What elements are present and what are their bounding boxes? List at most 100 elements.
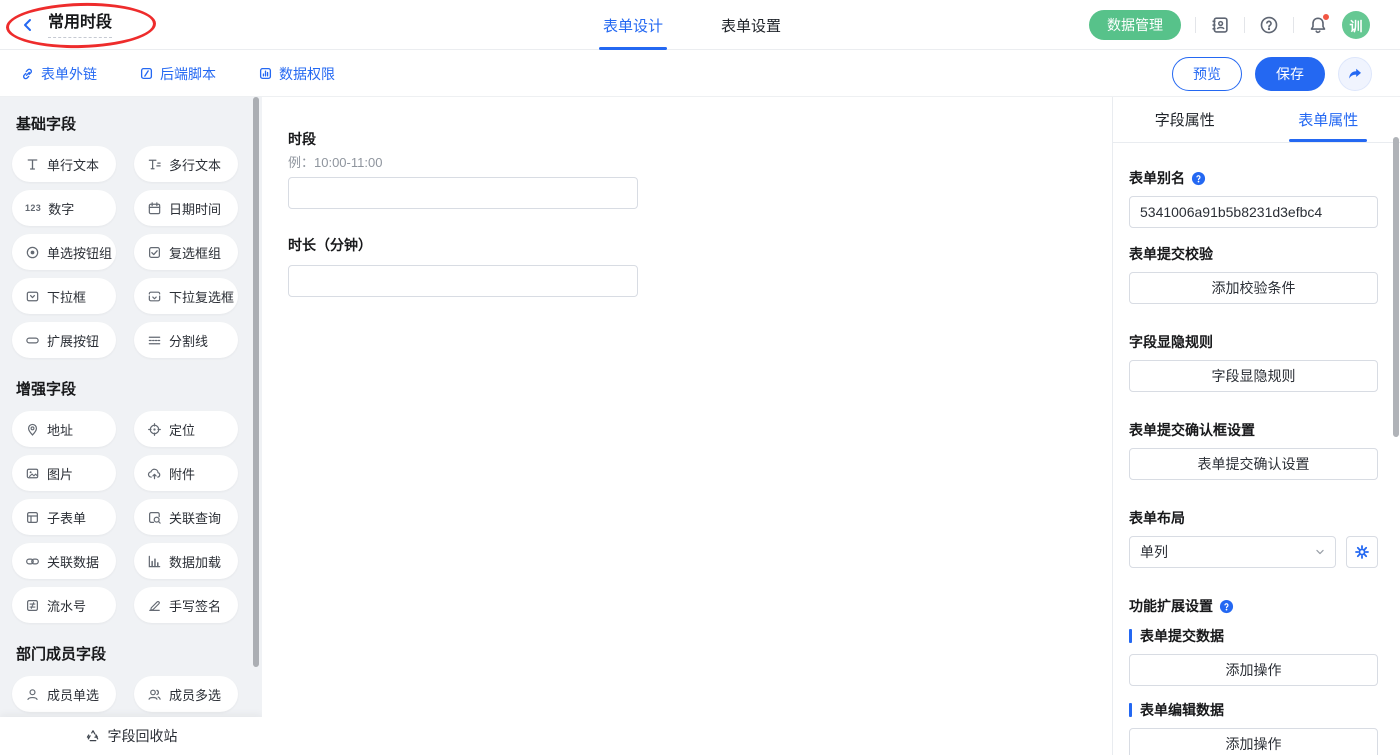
help-icon[interactable] [1259,15,1279,35]
field-pill-member-single[interactable]: 成员单选 [12,676,116,712]
panel-body: 表单别名 表单提交校验 添加校验条件 字段显隐规则 字段显隐规则 表单提交确认框… [1113,143,1400,755]
field-recycle-bin[interactable]: 字段回收站 [0,717,262,755]
tab-form-design[interactable]: 表单设计 [603,0,663,50]
field-pill-radio-group[interactable]: 单选按钮组 [12,234,116,270]
field-pill-member-multi[interactable]: 成员多选 [134,676,238,712]
label-text: 表单提交数据 [1140,628,1224,644]
field-pill-multi-select[interactable]: 下拉复选框 [134,278,238,314]
label-text: 表单编辑数据 [1140,702,1224,718]
duration-input[interactable] [288,265,638,297]
extend-button-icon [25,333,40,348]
field-library-sidebar: 基础字段 单行文本 多行文本 123数字 日期时间 单选按钮组 复选框组 下拉框… [0,97,262,755]
image-icon [25,466,40,481]
data-manage-button[interactable]: 数据管理 [1089,10,1181,40]
field-pill-location[interactable]: 定位 [134,411,238,447]
field-pill-serial-number[interactable]: 流水号 [12,587,116,623]
recycle-bin-label: 字段回收站 [108,726,178,746]
pill-label: 关联查询 [169,508,221,527]
tab-field-properties[interactable]: 字段属性 [1113,97,1257,142]
member-single-icon [25,687,40,702]
help-badge-icon[interactable] [1219,599,1234,614]
location-icon [147,422,162,437]
field-pill-data-load[interactable]: 数据加载 [134,543,238,579]
help-badge-icon[interactable] [1191,171,1206,186]
section-title-member-fields: 部门成员字段 [16,643,262,664]
contacts-book-icon[interactable] [1210,15,1230,35]
back-icon[interactable] [20,17,36,33]
pill-label: 下拉复选框 [169,287,234,306]
data-permission-link[interactable]: 数据权限 [258,64,335,84]
canvas-field-time-range[interactable]: 时段 例：10:00-11:00 [288,131,1112,209]
field-pill-relation-query[interactable]: 关联查询 [134,499,238,535]
relation-query-icon [147,510,162,525]
form-alias-input[interactable] [1129,196,1378,228]
form-external-link[interactable]: 表单外链 [20,64,97,84]
form-layout-row: 单列 [1129,536,1378,568]
share-button[interactable] [1338,57,1372,91]
avatar[interactable]: 训 [1342,11,1370,39]
field-label: 时长（分钟） [288,237,1112,253]
toolbar-link-label: 数据权限 [279,64,335,84]
pill-label: 扩展按钮 [47,331,99,350]
field-label: 时段 [288,131,1112,147]
subform-icon [25,510,40,525]
field-pill-signature[interactable]: 手写签名 [134,587,238,623]
preview-button[interactable]: 预览 [1172,57,1242,91]
submit-validation-label: 表单提交校验 [1129,246,1378,262]
checkbox-group-icon [147,245,162,260]
field-pill-datetime[interactable]: 日期时间 [134,190,238,226]
layout-select-value: 单列 [1140,542,1168,562]
panel-scrollbar[interactable] [1393,137,1399,437]
properties-tabs: 字段属性 表单属性 [1113,97,1400,143]
tab-form-settings[interactable]: 表单设置 [721,0,781,50]
header-tabs: 表单设计 表单设置 [603,0,781,50]
submit-validation-section: 表单提交校验 添加校验条件 [1129,246,1378,304]
field-pill-select[interactable]: 下拉框 [12,278,116,314]
relation-data-icon [25,554,40,569]
field-pill-image[interactable]: 图片 [12,455,116,491]
field-pill-relation-data[interactable]: 关联数据 [12,543,116,579]
submit-data-add-action-button[interactable]: 添加操作 [1129,654,1378,686]
time-range-input[interactable] [288,177,638,209]
page-title: 常用时段 [48,13,112,38]
address-icon [25,422,40,437]
field-pill-number[interactable]: 123数字 [12,190,116,226]
save-button[interactable]: 保存 [1255,57,1325,91]
add-validation-button[interactable]: 添加校验条件 [1129,272,1378,304]
pill-label: 多行文本 [169,155,221,174]
sidebar-scrollbar[interactable] [253,97,259,667]
field-pill-subform[interactable]: 子表单 [12,499,116,535]
form-toolbar: 表单外链 后端脚本 数据权限 预览 保存 [0,50,1400,97]
field-pill-extend-button[interactable]: 扩展按钮 [12,322,116,358]
backend-script-link[interactable]: 后端脚本 [139,64,216,84]
layout-select[interactable]: 单列 [1129,536,1336,568]
field-visibility-button[interactable]: 字段显隐规则 [1129,360,1378,392]
link-icon [20,66,35,81]
header-right: 数据管理 训 [1089,0,1370,50]
layout-settings-button[interactable] [1346,536,1378,568]
field-pill-multi-line-text[interactable]: 多行文本 [134,146,238,182]
number-icon: 123 [25,203,41,213]
notifications-button[interactable] [1308,15,1328,35]
form-alias-section: 表单别名 [1129,170,1378,228]
gear-icon [1354,544,1370,560]
attachment-icon [147,466,162,481]
submit-confirm-section: 表单提交确认框设置 表单提交确认设置 [1129,422,1378,480]
form-layout-label: 表单布局 [1129,510,1378,526]
pill-label: 成员多选 [169,685,221,704]
field-pill-divider-line[interactable]: 分割线 [134,322,238,358]
pill-label: 地址 [47,420,73,439]
field-pill-single-line-text[interactable]: 单行文本 [12,146,116,182]
field-pill-address[interactable]: 地址 [12,411,116,447]
field-pill-attachment[interactable]: 附件 [134,455,238,491]
datetime-icon [147,201,162,216]
form-designer-app: 常用时段 表单设计 表单设置 数据管理 训 表单外链 [0,0,1400,755]
notification-badge [1322,13,1330,21]
edit-data-add-action-button[interactable]: 添加操作 [1129,728,1378,755]
submit-data-subheader: 表单提交数据 [1129,628,1378,644]
canvas-field-duration[interactable]: 时长（分钟） [288,237,1112,297]
field-pill-checkbox-group[interactable]: 复选框组 [134,234,238,270]
pill-label: 手写签名 [169,596,221,615]
submit-confirm-button[interactable]: 表单提交确认设置 [1129,448,1378,480]
tab-form-properties[interactable]: 表单属性 [1257,97,1400,142]
